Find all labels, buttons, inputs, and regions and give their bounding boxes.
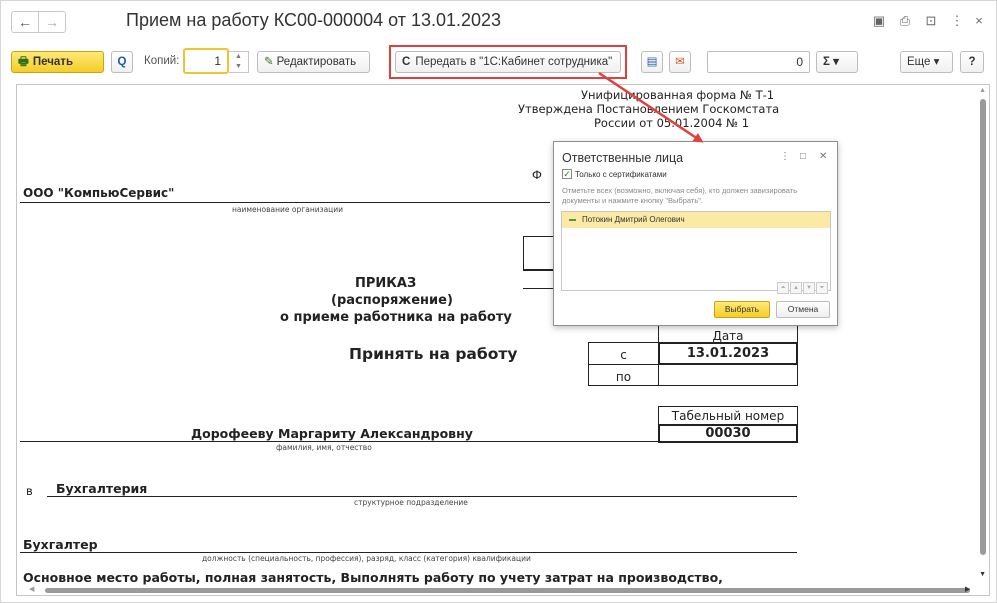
edit-label: Редактировать xyxy=(276,56,357,68)
more-vertical-icon[interactable]: ⋮ xyxy=(949,13,965,29)
to-date-cell xyxy=(658,364,798,386)
down-icon[interactable]: ▼ xyxy=(803,282,815,294)
save-icon[interactable]: ▣ xyxy=(871,13,887,29)
window-title: Прием на работу КС00-000004 от 13.01.202… xyxy=(126,10,502,30)
divider xyxy=(20,552,797,553)
department-caption: структурное подразделение xyxy=(354,498,468,507)
sum-button[interactable]: Σ ▾ xyxy=(816,51,858,73)
document-window: ← → Прием на работу КС00-000004 от 13.01… xyxy=(0,0,997,603)
preview-button[interactable]: Q xyxy=(111,51,133,73)
title-bar: ← → Прием на работу КС00-000004 от 13.01… xyxy=(1,1,996,37)
certificates-only-label: Только с сертификатами xyxy=(575,170,667,179)
vertical-scrollbar[interactable] xyxy=(980,99,986,555)
position-name: Бухгалтер xyxy=(23,537,98,552)
toolbar: 🖶 Печать Q Копий: 1 ▲ ▼ ✎ Редактировать C Пе… xyxy=(1,43,996,79)
divider xyxy=(588,364,659,365)
scroll-down-icon[interactable]: ▼ xyxy=(979,571,986,578)
form-header-line3: России от 05.01.2004 № 1 xyxy=(594,116,750,130)
responsible-persons-dialog: Ответственные лица ⋮ □ ✕ ✓ Только с серт… xyxy=(553,141,838,326)
horizontal-scrollbar[interactable] xyxy=(45,588,970,593)
organization-name: ООО "КомпьюСервис" xyxy=(23,186,175,200)
divider xyxy=(47,496,797,497)
item-marker-icon xyxy=(569,219,576,221)
order-title: ПРИКАЗ xyxy=(355,276,417,291)
printer-icon: 🖶 xyxy=(18,56,29,68)
edit-icon: ✎ xyxy=(264,56,274,68)
save-to-file-icon[interactable]: ▤ xyxy=(641,51,663,73)
print-button[interactable]: 🖶 Печать xyxy=(11,51,104,73)
dialog-title: Ответственные лица xyxy=(562,151,684,165)
divider xyxy=(20,202,550,203)
divider xyxy=(20,441,660,442)
scroll-left-icon[interactable]: ◀ xyxy=(29,585,34,593)
date-header: Дата xyxy=(712,329,744,343)
forward-button[interactable]: → xyxy=(38,11,66,33)
up-icon[interactable]: ▲ xyxy=(790,282,802,294)
help-button[interactable]: ? xyxy=(960,51,984,73)
more-button[interactable]: Еще ▾ xyxy=(900,51,953,73)
tabnum-header: Табельный номер xyxy=(671,409,785,423)
organization-caption: наименование организации xyxy=(232,205,344,214)
list-item[interactable]: Потокин Дмитрий Олегович xyxy=(562,212,830,228)
preview-icon[interactable]: ⊡ xyxy=(923,13,939,29)
department-name: Бухгалтерия xyxy=(56,481,148,496)
employee-name: Дорофееву Маргариту Александровну xyxy=(191,426,473,441)
maximize-icon[interactable]: □ xyxy=(800,151,806,162)
first-icon[interactable]: ⏶ xyxy=(777,282,789,294)
printer-icon[interactable]: ⎙ xyxy=(897,13,913,29)
employee-caption: фамилия, имя, отчество xyxy=(276,443,372,452)
scroll-right-icon[interactable]: ▶ xyxy=(965,585,970,593)
from-label: с xyxy=(620,348,627,362)
print-label: Печать xyxy=(32,56,74,68)
dialog-hint: Отметьте всех (возможно, включая себя), … xyxy=(562,186,798,205)
send-email-icon[interactable]: ✉ xyxy=(669,51,691,73)
copies-label: Копий: xyxy=(144,55,180,67)
copies-stepper[interactable]: ▲ ▼ xyxy=(229,51,249,73)
cancel-button[interactable]: Отмена xyxy=(776,301,830,318)
sum-value-field[interactable]: 0 xyxy=(707,51,810,73)
document-viewer[interactable]: Унифицированная форма № Т-1 Утверждена П… xyxy=(16,84,990,596)
to-label: по xyxy=(615,370,632,384)
position-caption: должность (специальность, профессия), ра… xyxy=(202,554,531,563)
from-date: 13.01.2023 xyxy=(686,346,770,361)
edit-button[interactable]: ✎ Редактировать xyxy=(257,51,370,73)
send-to-cabinet-button[interactable]: C Передать в "1С:Кабинет сотрудника" xyxy=(395,51,621,73)
certificates-only-checkbox[interactable]: ✓ xyxy=(562,169,572,179)
list-toolbar: ⏶ ▲ ▼ ⏷ xyxy=(776,276,828,294)
form-fragment: Ф xyxy=(532,168,542,182)
last-icon[interactable]: ⏷ xyxy=(816,282,828,294)
scroll-up-icon[interactable]: ▲ xyxy=(979,87,986,94)
form-header-line1: Унифицированная форма № Т-1 xyxy=(581,88,775,102)
order-about: о приеме работника на работу xyxy=(280,310,512,325)
form-header-line2: Утверждена Постановлением Госкомстата xyxy=(518,102,780,116)
close-icon[interactable]: ✕ xyxy=(819,151,827,162)
more-vertical-icon[interactable]: ⋮ xyxy=(780,151,790,162)
tabnum-value: 00030 xyxy=(705,426,751,441)
order-action: Принять на работу xyxy=(349,345,518,363)
send-label: Передать в "1С:Кабинет сотрудника" xyxy=(415,56,613,68)
order-subtitle: (распоряжение) xyxy=(331,293,453,308)
work-terms: Основное место работы, полная занятость,… xyxy=(23,570,723,585)
back-button[interactable]: ← xyxy=(11,11,39,33)
responsible-persons-list[interactable]: Потокин Дмитрий Олегович ⏶ ▲ ▼ ⏷ xyxy=(561,211,831,294)
close-icon[interactable]: × xyxy=(971,13,987,29)
choose-button[interactable]: Выбрать xyxy=(714,301,770,318)
1c-logo-icon: C xyxy=(402,56,411,68)
copies-input[interactable]: 1 xyxy=(183,48,229,74)
department-prefix: в xyxy=(26,484,33,498)
list-item-label: Потокин Дмитрий Олегович xyxy=(582,215,685,224)
